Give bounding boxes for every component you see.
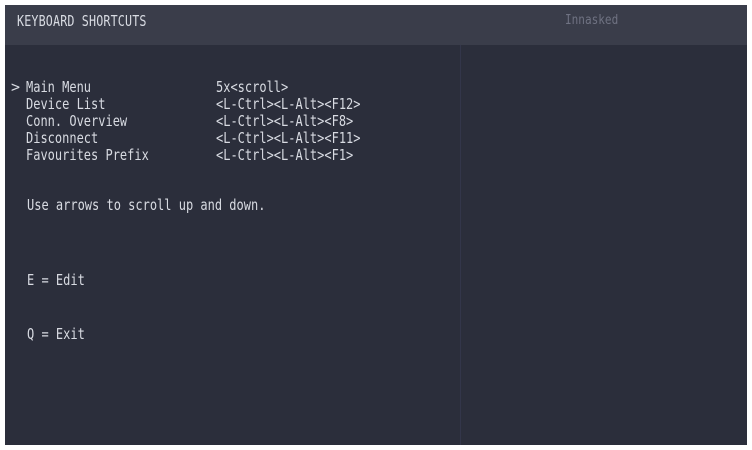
exit-key-hint[interactable]: Q = Exit xyxy=(27,325,85,343)
shortcut-row-favourites-prefix[interactable]: Favourites Prefix <L-Ctrl><L-Alt><F1> xyxy=(11,147,451,164)
header-bar: KEYBOARD SHORTCUTS Innasked xyxy=(5,5,747,45)
shortcut-row-main-menu[interactable]: > Main Menu 5x<scroll> xyxy=(11,79,451,96)
key-legend: E = Edit Q = Exit xyxy=(27,235,85,379)
edit-key-hint[interactable]: E = Edit xyxy=(27,271,85,289)
panel-divider xyxy=(460,45,461,445)
osd-screen: KEYBOARD SHORTCUTS Innasked > Main Menu … xyxy=(5,5,747,445)
shortcut-label: Main Menu xyxy=(26,78,92,96)
shortcut-keys: <L-Ctrl><L-Alt><F12> xyxy=(216,95,361,113)
shortcut-label: Favourites Prefix xyxy=(26,146,149,164)
shortcut-keys: <L-Ctrl><L-Alt><F8> xyxy=(216,112,354,130)
navigation-hint: Use arrows to scroll up and down. xyxy=(27,196,266,214)
shortcut-label: Conn. Overview xyxy=(26,112,128,130)
shortcut-row-conn-overview[interactable]: Conn. Overview <L-Ctrl><L-Alt><F8> xyxy=(11,113,451,130)
page-title: KEYBOARD SHORTCUTS xyxy=(17,12,147,30)
shortcut-label: Disconnect xyxy=(26,129,99,147)
shortcut-keys: 5x<scroll> xyxy=(216,78,289,96)
shortcut-row-disconnect[interactable]: Disconnect <L-Ctrl><L-Alt><F11> xyxy=(11,130,451,147)
shortcut-keys: <L-Ctrl><L-Alt><F1> xyxy=(216,146,354,164)
selection-cursor-icon: > xyxy=(11,78,21,96)
status-label: Innasked xyxy=(565,13,619,28)
shortcut-list: > Main Menu 5x<scroll> Device List <L-Ct… xyxy=(11,79,451,164)
shortcut-keys: <L-Ctrl><L-Alt><F11> xyxy=(216,129,361,147)
shortcut-row-device-list[interactable]: Device List <L-Ctrl><L-Alt><F12> xyxy=(11,96,451,113)
shortcut-label: Device List xyxy=(26,95,106,113)
